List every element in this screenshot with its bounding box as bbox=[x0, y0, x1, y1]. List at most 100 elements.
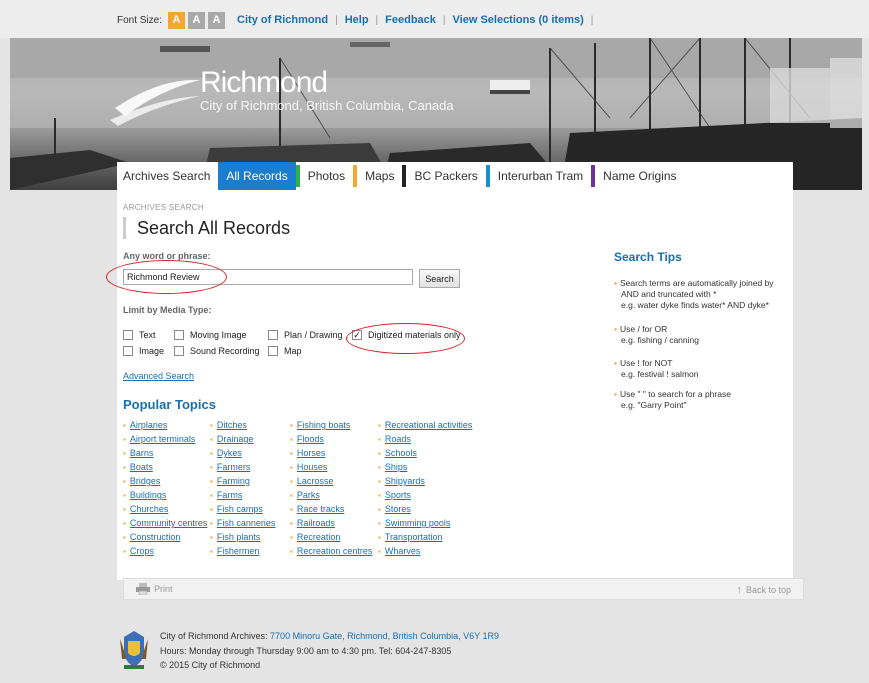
topics-column-2: ▪ Ditches ▪ Drainage ▪ Dykes ▪ Farmers ▪ Farm… bbox=[210, 420, 276, 556]
page-title: Search All Records bbox=[123, 217, 290, 239]
topic-link[interactable]: Farms bbox=[217, 490, 243, 500]
checkbox-sound-recording[interactable]: Sound Recording bbox=[174, 346, 260, 356]
checkbox-label: Plan / Drawing bbox=[284, 330, 343, 340]
footer: City of Richmond Archives: 7700 Minoru G… bbox=[0, 620, 869, 683]
checkbox-box[interactable] bbox=[268, 330, 278, 340]
separator: | bbox=[442, 14, 446, 26]
tab-bc-packers[interactable]: BC Packers bbox=[406, 162, 485, 190]
topic-link[interactable]: Recreational activities bbox=[385, 420, 473, 430]
view-selections-link[interactable]: View Selections (0 items) bbox=[453, 14, 584, 26]
topic-link[interactable]: Parks bbox=[297, 490, 320, 500]
topic-link[interactable]: Fish canneries bbox=[217, 518, 276, 528]
tip-text: Search terms are automatically joined by bbox=[620, 278, 774, 288]
arrow-up-icon: ↑ bbox=[736, 584, 742, 596]
topic-link[interactable]: Schools bbox=[385, 448, 417, 458]
topic-link[interactable]: Airport terminals bbox=[130, 434, 196, 444]
print-button[interactable]: Print bbox=[136, 583, 173, 595]
checkbox-label: Moving Image bbox=[190, 330, 247, 340]
tab-archives-search[interactable]: Archives Search bbox=[117, 162, 218, 190]
topic-link[interactable]: Recreation bbox=[297, 532, 341, 542]
topic-link[interactable]: Airplanes bbox=[130, 420, 168, 430]
topic-link[interactable]: Swimming pools bbox=[385, 518, 451, 528]
topic-link[interactable]: Roads bbox=[385, 434, 411, 444]
topic-link[interactable]: Stores bbox=[385, 504, 411, 514]
checkbox-text[interactable]: Text bbox=[123, 330, 156, 340]
topic-link[interactable]: Shipyards bbox=[385, 476, 425, 486]
tip-text: e.g. water dyke finds water* AND dyke* bbox=[621, 300, 769, 310]
topic-link[interactable]: Construction bbox=[130, 532, 181, 542]
tab-photos[interactable]: Photos bbox=[300, 162, 353, 190]
search-button[interactable]: Search bbox=[419, 269, 460, 288]
checkbox-moving-image[interactable]: Moving Image bbox=[174, 330, 247, 340]
tip-text: e.g. festival ! salmon bbox=[621, 369, 699, 379]
topic-link[interactable]: Crops bbox=[130, 546, 154, 556]
checkbox-box[interactable] bbox=[268, 346, 278, 356]
tip-text: Use " " to search for a phrase bbox=[620, 389, 731, 399]
print-label: Print bbox=[154, 584, 173, 594]
search-tip: ▪ Use / for OR e.g. fishing / canning bbox=[614, 324, 794, 346]
search-tips-title: Search Tips bbox=[614, 250, 682, 264]
city-of-richmond-link[interactable]: City of Richmond bbox=[237, 14, 328, 26]
topic-link[interactable]: Buildings bbox=[130, 490, 167, 500]
richmond-logo-subtitle: City of Richmond, British Columbia, Cana… bbox=[200, 98, 454, 113]
checkbox-map[interactable]: Map bbox=[268, 346, 302, 356]
topic-link[interactable]: Sports bbox=[385, 490, 411, 500]
tip-text: e.g. "Garry Point" bbox=[621, 400, 687, 410]
topic-link[interactable]: Fishermen bbox=[217, 546, 260, 556]
topic-link[interactable]: Race tracks bbox=[297, 504, 345, 514]
help-link[interactable]: Help bbox=[345, 14, 369, 26]
topic-link[interactable]: Ditches bbox=[217, 420, 247, 430]
topic-link[interactable]: Recreation centres bbox=[297, 546, 373, 556]
topic-link[interactable]: Wharves bbox=[385, 546, 421, 556]
topic-link[interactable]: Farming bbox=[217, 476, 250, 486]
checkbox-box[interactable] bbox=[174, 330, 184, 340]
topic-link[interactable]: Fishing boats bbox=[297, 420, 351, 430]
footer-address-line: City of Richmond Archives: 7700 Minoru G… bbox=[160, 631, 499, 641]
tab-maps[interactable]: Maps bbox=[357, 162, 402, 190]
checkbox-box[interactable] bbox=[123, 330, 133, 340]
footer-address[interactable]: 7700 Minoru Gate, Richmond, British Colu… bbox=[270, 631, 499, 641]
checkbox-label: Image bbox=[139, 346, 165, 356]
feedback-link[interactable]: Feedback bbox=[385, 14, 436, 26]
topic-link[interactable]: Drainage bbox=[217, 434, 254, 444]
checkbox-plan-drawing[interactable]: Plan / Drawing bbox=[268, 330, 343, 340]
footer-copyright: © 2015 City of Richmond bbox=[160, 660, 261, 670]
topic-link[interactable]: Bridges bbox=[130, 476, 161, 486]
topic-link[interactable]: Floods bbox=[297, 434, 324, 444]
tip-text: Use ! for NOT bbox=[620, 358, 673, 368]
topic-link[interactable]: Farmers bbox=[217, 462, 251, 472]
checkbox-box[interactable] bbox=[123, 346, 133, 356]
topic-link[interactable]: Community centres bbox=[130, 518, 208, 528]
topic-link[interactable]: Boats bbox=[130, 462, 153, 472]
separator: | bbox=[375, 14, 379, 26]
font-size-large-button[interactable]: A bbox=[208, 11, 226, 29]
tab-all-records[interactable]: All Records bbox=[218, 162, 296, 190]
tip-text: Use / for OR bbox=[620, 324, 668, 334]
topic-link[interactable]: Houses bbox=[297, 462, 328, 472]
back-to-top-link[interactable]: ↑ Back to top bbox=[736, 584, 791, 596]
font-size-small-button[interactable]: A bbox=[168, 11, 186, 29]
topic-link[interactable]: Ships bbox=[385, 462, 408, 472]
topic-link[interactable]: Churches bbox=[130, 504, 169, 514]
main-content: ARCHIVES SEARCH Search All Records Any w… bbox=[106, 190, 794, 580]
advanced-search-link[interactable]: Advanced Search bbox=[123, 371, 194, 381]
checkbox-image[interactable]: Image bbox=[123, 346, 164, 356]
topic-link[interactable]: Dykes bbox=[217, 448, 242, 458]
breadcrumb: ARCHIVES SEARCH bbox=[123, 203, 204, 212]
topic-link[interactable]: Fish plants bbox=[217, 532, 261, 542]
tab-interurban-tram[interactable]: Interurban Tram bbox=[490, 162, 591, 190]
topic-link[interactable]: Transportation bbox=[385, 532, 443, 542]
tab-name-origins[interactable]: Name Origins bbox=[595, 162, 684, 190]
topic-link[interactable]: Barns bbox=[130, 448, 154, 458]
topic-link[interactable]: Horses bbox=[297, 448, 326, 458]
font-size-medium-button[interactable]: A bbox=[188, 11, 206, 29]
topic-link[interactable]: Railroads bbox=[297, 518, 335, 528]
checkbox-box[interactable] bbox=[174, 346, 184, 356]
topic-link[interactable]: Fish camps bbox=[217, 504, 263, 514]
topic-link[interactable]: Lacrosse bbox=[297, 476, 334, 486]
topics-column-1: ▪ Airplanes ▪ Airport terminals ▪ Barns ▪ Bo… bbox=[123, 420, 208, 556]
separator: | bbox=[590, 14, 594, 26]
top-utility-inner: Font Size: A A A City of Richmond | Help… bbox=[117, 11, 600, 29]
font-size-label: Font Size bbox=[117, 14, 160, 26]
annotation-circle-search bbox=[106, 260, 227, 294]
